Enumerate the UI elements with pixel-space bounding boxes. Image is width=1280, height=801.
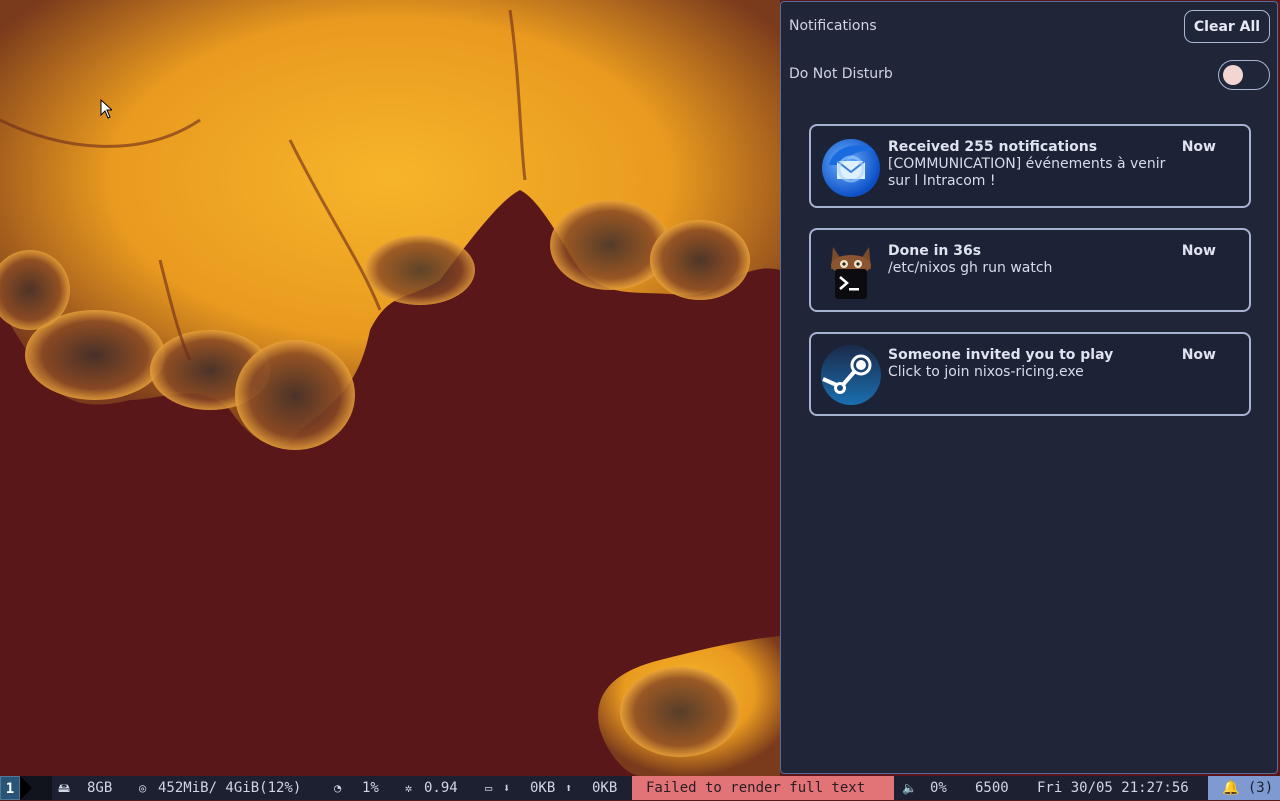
desktop-wallpaper bbox=[0, 0, 780, 776]
net-up: 0KB bbox=[592, 780, 618, 796]
cpu-usage: 1% bbox=[362, 780, 379, 796]
bar-separator bbox=[20, 776, 32, 800]
steam-icon bbox=[821, 345, 881, 405]
do-not-disturb-label: Do Not Disturb bbox=[789, 66, 893, 82]
notification-card[interactable]: Received 255 notifications [COMMUNICATIO… bbox=[809, 124, 1251, 208]
thunderbird-icon bbox=[822, 139, 880, 197]
notification-time: Now bbox=[1181, 139, 1216, 155]
disk-usage: 8GB bbox=[87, 780, 113, 796]
color-temperature: 6500 bbox=[975, 780, 1009, 796]
notification-time: Now bbox=[1181, 243, 1216, 259]
do-not-disturb-toggle[interactable] bbox=[1218, 60, 1270, 90]
speaker-icon[interactable]: 🔈 bbox=[902, 776, 917, 800]
volume-level[interactable]: 0% bbox=[930, 776, 947, 800]
notification-count: (3) bbox=[1247, 780, 1274, 796]
network-icon: ▭ bbox=[485, 781, 493, 795]
notification-title: Someone invited you to play bbox=[888, 347, 1114, 363]
memory-icon: ◎ bbox=[139, 781, 147, 795]
notification-body: Click to join nixos-ricing.exe bbox=[888, 364, 1084, 380]
notification-center-title: Notifications bbox=[789, 18, 877, 34]
notification-time: Now bbox=[1181, 347, 1216, 363]
notification-title: Received 255 notifications bbox=[888, 139, 1098, 155]
error-block: Failed to render full text bbox=[632, 776, 894, 800]
upload-icon: ⬆ bbox=[565, 781, 573, 795]
notification-card[interactable]: Done in 36s /etc/nixos gh run watch Now bbox=[809, 228, 1251, 312]
notification-body: [COMMUNICATION] événements à venir sur l… bbox=[888, 156, 1166, 189]
load-average: 0.94 bbox=[424, 780, 458, 796]
workspace-button[interactable]: 1 bbox=[0, 776, 20, 800]
cpu-icon: ◔ bbox=[334, 781, 342, 795]
net-down: 0KB bbox=[530, 780, 556, 796]
toggle-knob bbox=[1223, 65, 1243, 85]
disk-icon: 🖴 bbox=[58, 781, 71, 795]
terminal-cat-icon bbox=[831, 247, 871, 299]
notification-card[interactable]: Someone invited you to play Click to joi… bbox=[809, 332, 1251, 416]
memory-usage: 452MiB/ 4GiB(12%) bbox=[158, 780, 302, 796]
clear-all-button[interactable]: Clear All bbox=[1184, 10, 1270, 43]
clock: Fri 30/05 21:27:56 bbox=[1037, 780, 1189, 796]
mouse-pointer-icon bbox=[100, 99, 112, 119]
notification-title: Done in 36s bbox=[888, 243, 982, 259]
load-icon: ✲ bbox=[405, 781, 413, 795]
notification-body: /etc/nixos gh run watch bbox=[888, 260, 1053, 276]
status-bar: 1 🖴 8GB ◎ 452MiB/ 4GiB(12%) ◔ 1% ✲ 0.94 … bbox=[0, 776, 1280, 800]
notification-indicator[interactable]: 🔔 (3) bbox=[1208, 776, 1280, 800]
notification-center: Notifications Clear All Do Not Disturb R… bbox=[780, 1, 1278, 774]
bell-icon: 🔔 bbox=[1222, 780, 1240, 796]
download-icon: ⬇ bbox=[503, 781, 511, 795]
